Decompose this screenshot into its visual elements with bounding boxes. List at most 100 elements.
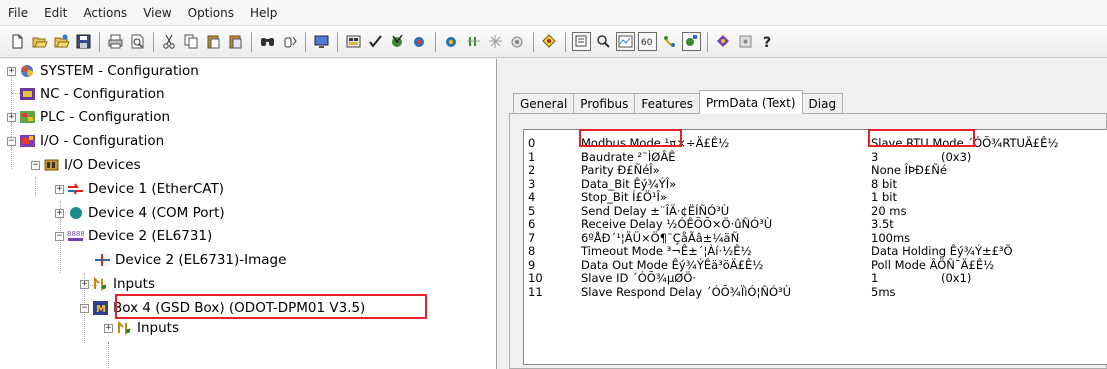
library-icon[interactable] <box>714 32 733 51</box>
expand-icon[interactable]: + <box>7 66 16 76</box>
toggle-grid-icon[interactable] <box>572 32 591 51</box>
gsd-box-icon: M <box>92 300 109 316</box>
prm-row[interactable]: 9 Data Out Mode Êý¾ÝÊä³öÄ£Ê½ Poll Mode ÂÖÑ… <box>524 257 1107 272</box>
tab-general[interactable]: General <box>513 93 575 114</box>
prm-value: 8 bit <box>871 176 897 191</box>
com-port-device-icon <box>67 205 84 221</box>
expand-icon[interactable]: + <box>55 184 64 194</box>
find-icon[interactable] <box>258 32 277 51</box>
menu-options[interactable]: Options <box>180 6 242 20</box>
collapse-icon[interactable]: − <box>31 160 40 170</box>
collapse-icon[interactable]: − <box>55 231 64 241</box>
svg-text:?: ? <box>763 35 771 50</box>
expand-icon[interactable]: + <box>55 208 64 218</box>
tree-item-inputs[interactable]: + Inputs <box>80 272 155 296</box>
prm-value: 100ms <box>871 230 911 245</box>
io-devices-icon <box>43 157 60 173</box>
generate-mappings-icon[interactable] <box>344 32 363 51</box>
tree-item-device2[interactable]: − 8888 Device 2 (EL6731) <box>55 224 212 248</box>
io-icon[interactable] <box>682 32 701 51</box>
inputs-icon <box>92 276 109 292</box>
toolbar-separator <box>337 31 338 52</box>
menu-file[interactable]: File <box>4 6 36 20</box>
paste-special-icon[interactable] <box>226 32 245 51</box>
info-icon[interactable] <box>736 32 755 51</box>
expand-icon[interactable]: + <box>7 112 16 122</box>
prm-row[interactable]: 5 Send Delay ±¨ÎÄ·¢ËÍÑÓ³Ù 20 ms <box>524 204 1107 218</box>
copy-icon[interactable] <box>182 32 201 51</box>
tree-item-plc[interactable]: + PLC - Configuration <box>7 105 170 129</box>
print-preview-icon[interactable] <box>128 32 147 51</box>
prm-value: Poll Mode ÂÖÑ¯Ä£Ê½ <box>871 257 995 272</box>
login-icon[interactable] <box>442 32 461 51</box>
prm-row[interactable]: 8 Timeout Mode ³¬Ê±´¦Àí·½Ê½ Data Holding Ê… <box>524 245 1107 258</box>
zoom-icon[interactable] <box>594 32 613 51</box>
print-icon[interactable] <box>106 32 125 51</box>
tree-connector <box>35 177 36 197</box>
tab-profibus[interactable]: Profibus <box>573 93 636 114</box>
scope-icon[interactable] <box>616 32 635 51</box>
prm-row[interactable]: 3 Data_Bit Êý¾ÝÎ» 8 bit <box>524 176 1107 191</box>
tree-item-device1[interactable]: + Device 1 (EtherCAT) <box>55 177 224 201</box>
tree-item-nc[interactable]: NC - Configuration <box>7 82 165 106</box>
prm-data-list[interactable]: 0 Modbus Mode ¹¤×÷Ä£Ê½ Slave RTU Mode ´ÓÕ¾… <box>523 129 1107 365</box>
paste-icon[interactable] <box>204 32 223 51</box>
scan-icon[interactable] <box>486 32 505 51</box>
tree-item-io-config[interactable]: − I/O - Configuration <box>7 129 164 153</box>
tree-item-system[interactable]: + SYSTEM - Configuration <box>7 59 199 83</box>
menu-actions[interactable]: Actions <box>75 6 135 20</box>
restart-icon[interactable] <box>410 32 429 51</box>
new-file-icon[interactable] <box>8 32 27 51</box>
nc-icon[interactable] <box>660 32 679 51</box>
prm-row[interactable]: 1 Baudrate ²¨ÌØÂÊ 3 (0x3) <box>524 149 1107 164</box>
tree-item-device2-image[interactable]: Device 2 (EL6731)-Image <box>94 248 286 272</box>
profibus-device-icon: 8888 <box>67 228 84 244</box>
expand-icon[interactable]: + <box>80 279 89 289</box>
save-icon[interactable] <box>74 32 93 51</box>
toolbar-separator <box>707 31 708 52</box>
tree-label: Device 1 (EtherCAT) <box>88 181 224 197</box>
open-file-icon[interactable] <box>30 32 49 51</box>
show-online-icon[interactable] <box>508 32 527 51</box>
tab-strip: General Profibus Features PrmData (Text)… <box>513 90 844 114</box>
menu-view[interactable]: View <box>135 6 179 20</box>
select-target-icon[interactable] <box>540 32 559 51</box>
help-icon[interactable]: ? <box>758 32 777 51</box>
prm-index: 10 <box>528 271 543 285</box>
tree-item-device4[interactable]: + Device 4 (COM Port) <box>55 201 225 225</box>
toolbar: 60 ? <box>0 26 1107 58</box>
cut-icon[interactable] <box>160 32 179 51</box>
tab-prmdata-text[interactable]: PrmData (Text) <box>698 90 803 114</box>
prm-row[interactable]: 4 Stop_Bit Í£Ö¹Î» 1 bit <box>524 191 1107 204</box>
find-next-icon[interactable] <box>280 32 299 51</box>
highlight-box4 <box>115 294 427 319</box>
menu-help[interactable]: Help <box>242 6 285 20</box>
activate-icon[interactable] <box>388 32 407 51</box>
prm-row[interactable]: 10 Slave ID ´ÓÕ¾µØÖ· 1 (0x1) <box>524 272 1107 285</box>
nc-config-icon <box>19 86 36 102</box>
toolbar-separator <box>565 31 566 52</box>
prm-row[interactable]: 7 6ºÅÐ´¹¦ÄÜ×Ö¶¨ÇåÃâ±¼äÑ 100ms <box>524 230 1107 245</box>
open-project-icon[interactable] <box>52 32 71 51</box>
collapse-icon[interactable]: − <box>80 303 89 313</box>
expand-icon[interactable]: + <box>104 323 113 333</box>
tree-item-box-inputs[interactable]: + Inputs <box>104 316 179 340</box>
highlight-modbus-mode <box>579 129 682 147</box>
prm-value: 3 <box>871 149 879 164</box>
tab-features[interactable]: Features <box>634 93 700 114</box>
toolbar-separator <box>305 31 306 52</box>
prm-row[interactable]: 2 Parity Ð£ÑéÎ» None ÎÞÐ£Ñé <box>524 164 1107 177</box>
tree-item-io-devices[interactable]: − I/O Devices <box>31 153 141 177</box>
detail-pane: General Profibus Features PrmData (Text)… <box>498 59 1107 369</box>
prm-row[interactable]: 11 Slave Respond Delay ´ÓÕ¾ÏìÓ¦ÑÓ³Ù 5ms <box>524 285 1107 299</box>
toggle-freerun-icon[interactable] <box>464 32 483 51</box>
activate-config-icon[interactable] <box>312 32 331 51</box>
check-config-icon[interactable] <box>366 32 385 51</box>
collapse-icon[interactable]: − <box>7 136 16 146</box>
menu-edit[interactable]: Edit <box>36 6 75 20</box>
solution-tree[interactable]: + SYSTEM - Configuration NC - Configurat… <box>0 59 497 369</box>
tab-diag[interactable]: Diag <box>801 93 844 114</box>
svg-text:60: 60 <box>641 38 653 48</box>
prm-row[interactable]: 6 Receive Delay ½ÓÊÕÕ×Ö·ûÑÓ³Ù 3.5t <box>524 218 1107 231</box>
watch-icon[interactable]: 60 <box>638 32 657 51</box>
